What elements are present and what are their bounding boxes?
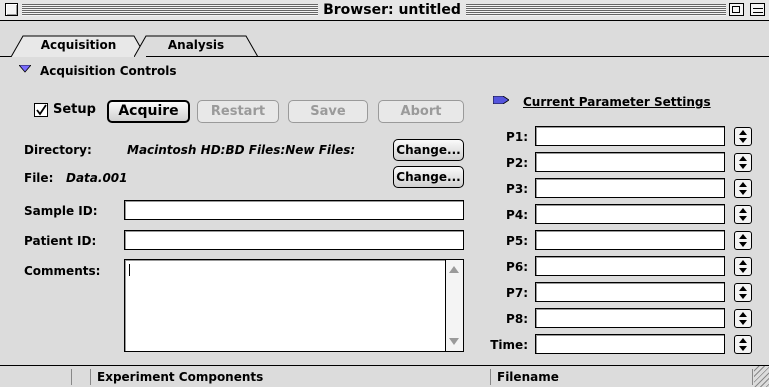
status-divider — [71, 369, 72, 385]
abort-button[interactable]: Abort — [378, 100, 464, 123]
param-p1-label: P1: — [506, 130, 528, 144]
param-p6-stepper[interactable] — [734, 257, 752, 276]
status-divider — [752, 369, 753, 385]
param-p7-label: P7: — [506, 286, 528, 300]
title-bar[interactable]: Browser: untitled — [0, 0, 769, 21]
param-time-label: Time: — [490, 338, 528, 352]
current-parameter-settings-link[interactable]: Current Parameter Settings — [523, 95, 711, 109]
disclosure-triangle-icon[interactable] — [19, 65, 31, 73]
collapse-box-icon[interactable] — [750, 3, 765, 16]
param-p4-label: P4: — [506, 208, 528, 222]
param-p6-label: P6: — [506, 260, 528, 274]
change-directory-button[interactable]: Change... — [393, 139, 464, 161]
change-file-button[interactable]: Change... — [393, 166, 464, 188]
setup-label[interactable]: Setup — [53, 102, 96, 117]
resize-grip-icon[interactable] — [754, 366, 769, 387]
browser-window: Browser: untitled Acquisition Analysis A… — [0, 0, 769, 387]
checkmark-icon — [36, 104, 47, 116]
param-p5-stepper[interactable] — [734, 231, 752, 250]
patient-id-label: Patient ID: — [24, 234, 97, 248]
close-box-icon[interactable] — [5, 3, 18, 16]
restart-button[interactable]: Restart — [197, 100, 279, 123]
tab-analysis-label: Analysis — [167, 38, 225, 52]
title-bar-stripes-left — [22, 4, 322, 16]
param-p6-input[interactable] — [535, 256, 725, 276]
comments-textarea[interactable] — [124, 259, 464, 352]
acquisition-controls-header: Acquisition Controls — [40, 64, 177, 78]
param-time-stepper[interactable] — [734, 335, 752, 354]
setup-checkbox[interactable] — [34, 103, 48, 117]
param-p8-input[interactable] — [535, 308, 725, 328]
save-button[interactable]: Save — [288, 100, 368, 123]
param-p5-input[interactable] — [535, 230, 725, 250]
param-p3-stepper[interactable] — [734, 179, 752, 198]
file-value: Data.001 — [66, 171, 128, 185]
acquire-button[interactable]: Acquire — [107, 100, 190, 123]
directory-value: Macintosh HD:BD Files:New Files: — [127, 143, 356, 157]
param-p1-input[interactable] — [535, 126, 725, 146]
tab-baseline — [146, 56, 769, 57]
param-p3-input[interactable] — [535, 178, 725, 198]
tab-analysis[interactable]: Analysis — [134, 35, 258, 57]
param-p2-input[interactable] — [535, 152, 725, 172]
param-p8-label: P8: — [506, 312, 528, 326]
file-label: File: — [24, 171, 54, 185]
text-caret — [129, 264, 130, 276]
zoom-box-icon[interactable] — [729, 3, 744, 16]
param-p2-label: P2: — [506, 156, 528, 170]
sample-id-label: Sample ID: — [24, 204, 98, 218]
experiment-components-label[interactable]: Experiment Components — [97, 370, 263, 384]
param-p2-stepper[interactable] — [734, 153, 752, 172]
patient-id-input[interactable] — [124, 230, 464, 250]
param-p7-input[interactable] — [535, 282, 725, 302]
param-p1-stepper[interactable] — [734, 127, 752, 146]
param-p7-stepper[interactable] — [734, 283, 752, 302]
directory-label: Directory: — [24, 143, 92, 157]
tab-acquisition-label: Acquisition — [40, 38, 117, 52]
pointer-arrow-icon — [493, 96, 509, 104]
param-p8-stepper[interactable] — [734, 309, 752, 328]
sample-id-input[interactable] — [124, 200, 464, 220]
tab-baseline-left — [0, 56, 11, 57]
param-p4-stepper[interactable] — [734, 205, 752, 224]
filename-label[interactable]: Filename — [497, 370, 559, 384]
status-bar: Experiment Components Filename — [0, 365, 769, 387]
status-divider — [90, 369, 91, 385]
status-divider — [490, 369, 491, 385]
param-p5-label: P5: — [506, 234, 528, 248]
scroll-down-icon[interactable] — [449, 338, 459, 345]
param-p3-label: P3: — [506, 182, 528, 196]
param-time-input[interactable] — [535, 334, 725, 354]
comments-scrollbar[interactable] — [445, 260, 463, 351]
window-title: Browser: untitled — [318, 1, 466, 19]
comments-label: Comments: — [24, 264, 101, 278]
param-p4-input[interactable] — [535, 204, 725, 224]
title-bar-stripes-right — [466, 4, 726, 16]
tab-acquisition[interactable]: Acquisition — [11, 35, 146, 57]
scroll-up-icon[interactable] — [449, 266, 459, 273]
